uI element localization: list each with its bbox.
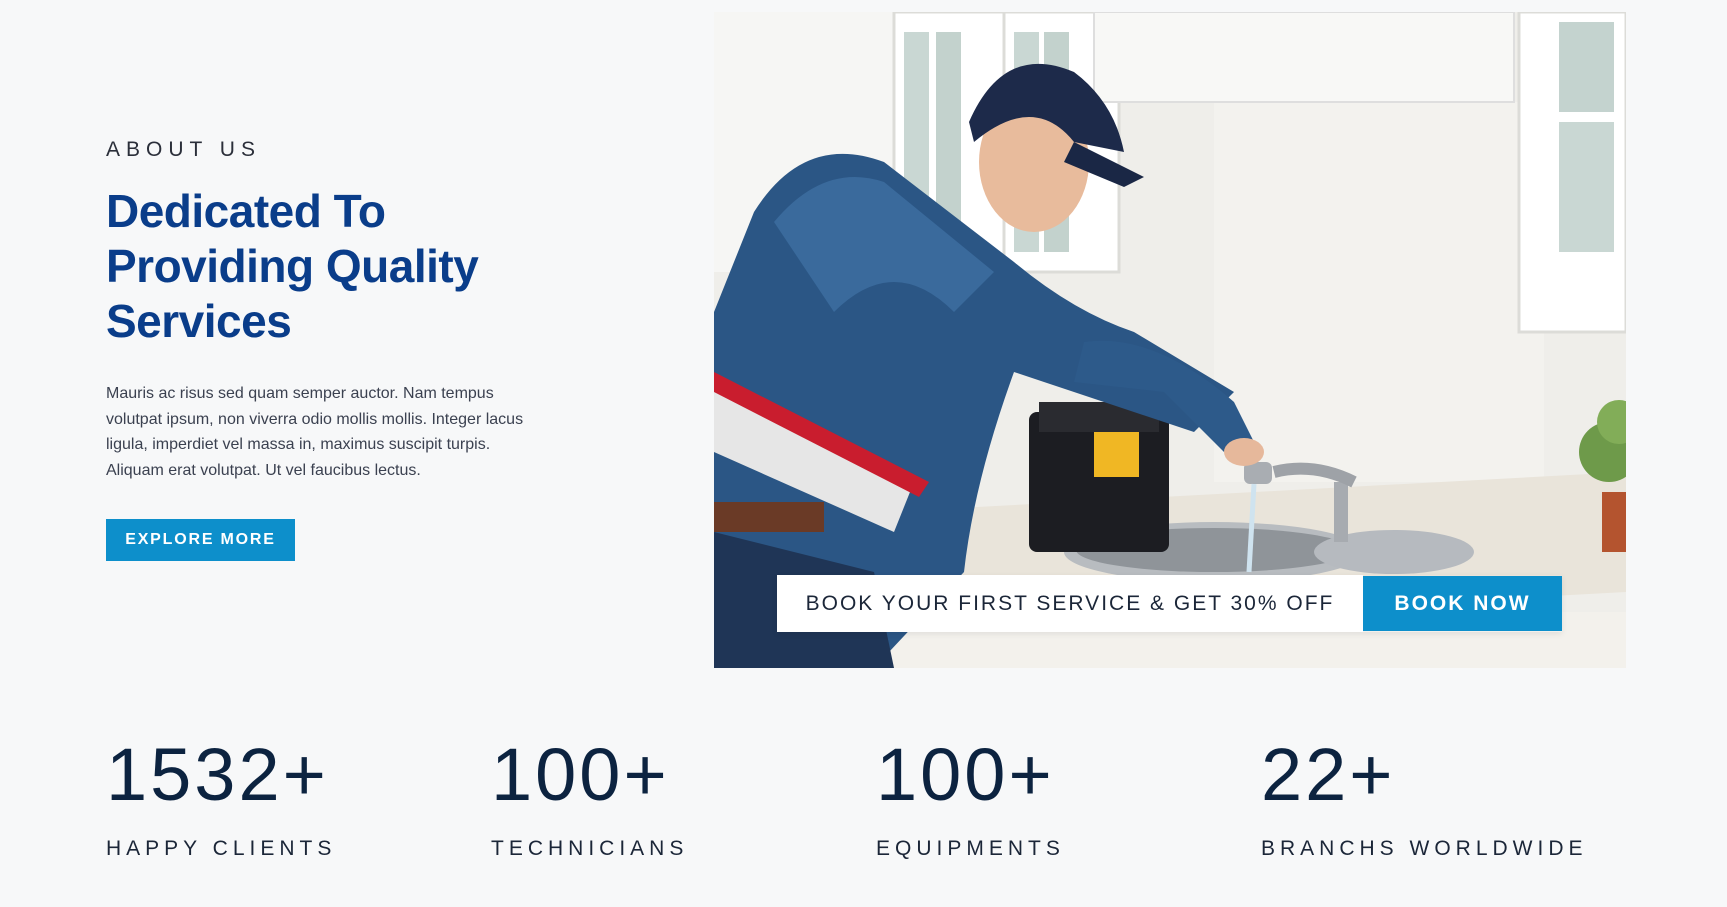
stat-number: 1532+ [106, 733, 329, 816]
about-heading: Dedicated To Providing Quality Services [106, 185, 479, 347]
stat-label: HAPPY CLIENTS [106, 837, 337, 860]
about-body: Mauris ac risus sed quam semper auctor. … [106, 385, 524, 479]
stat-number: 100+ [491, 733, 670, 816]
plumber-photo [714, 12, 1626, 668]
explore-more-button[interactable]: EXPLORE MORE [106, 519, 295, 561]
stat-label: EQUIPMENTS [876, 837, 1065, 860]
stat-number: 22+ [1261, 733, 1396, 816]
stat-label: TECHNICIANS [491, 837, 689, 860]
stat-technicians: 100+ TECHNICIANS [491, 735, 851, 861]
stat-equipments: 100+ EQUIPMENTS [876, 735, 1236, 861]
stat-label: BRANCHS WORLDWIDE [1261, 837, 1588, 860]
promo-banner: BOOK YOUR FIRST SERVICE & GET 30% OFF BO… [777, 575, 1562, 632]
about-section: ABOUT US Dedicated To Providing Quality … [106, 138, 566, 483]
stat-number: 100+ [876, 733, 1055, 816]
stat-happy-clients: 1532+ HAPPY CLIENTS [106, 735, 466, 861]
stat-branches: 22+ BRANCHS WORLDWIDE [1261, 735, 1666, 861]
promo-text: BOOK YOUR FIRST SERVICE & GET 30% OFF [777, 575, 1363, 632]
book-now-button[interactable]: BOOK NOW [1363, 576, 1562, 631]
stats-section: 1532+ HAPPY CLIENTS 100+ TECHNICIANS 100… [106, 735, 1666, 875]
hero-image [714, 12, 1626, 668]
about-eyebrow: ABOUT US [106, 138, 261, 161]
